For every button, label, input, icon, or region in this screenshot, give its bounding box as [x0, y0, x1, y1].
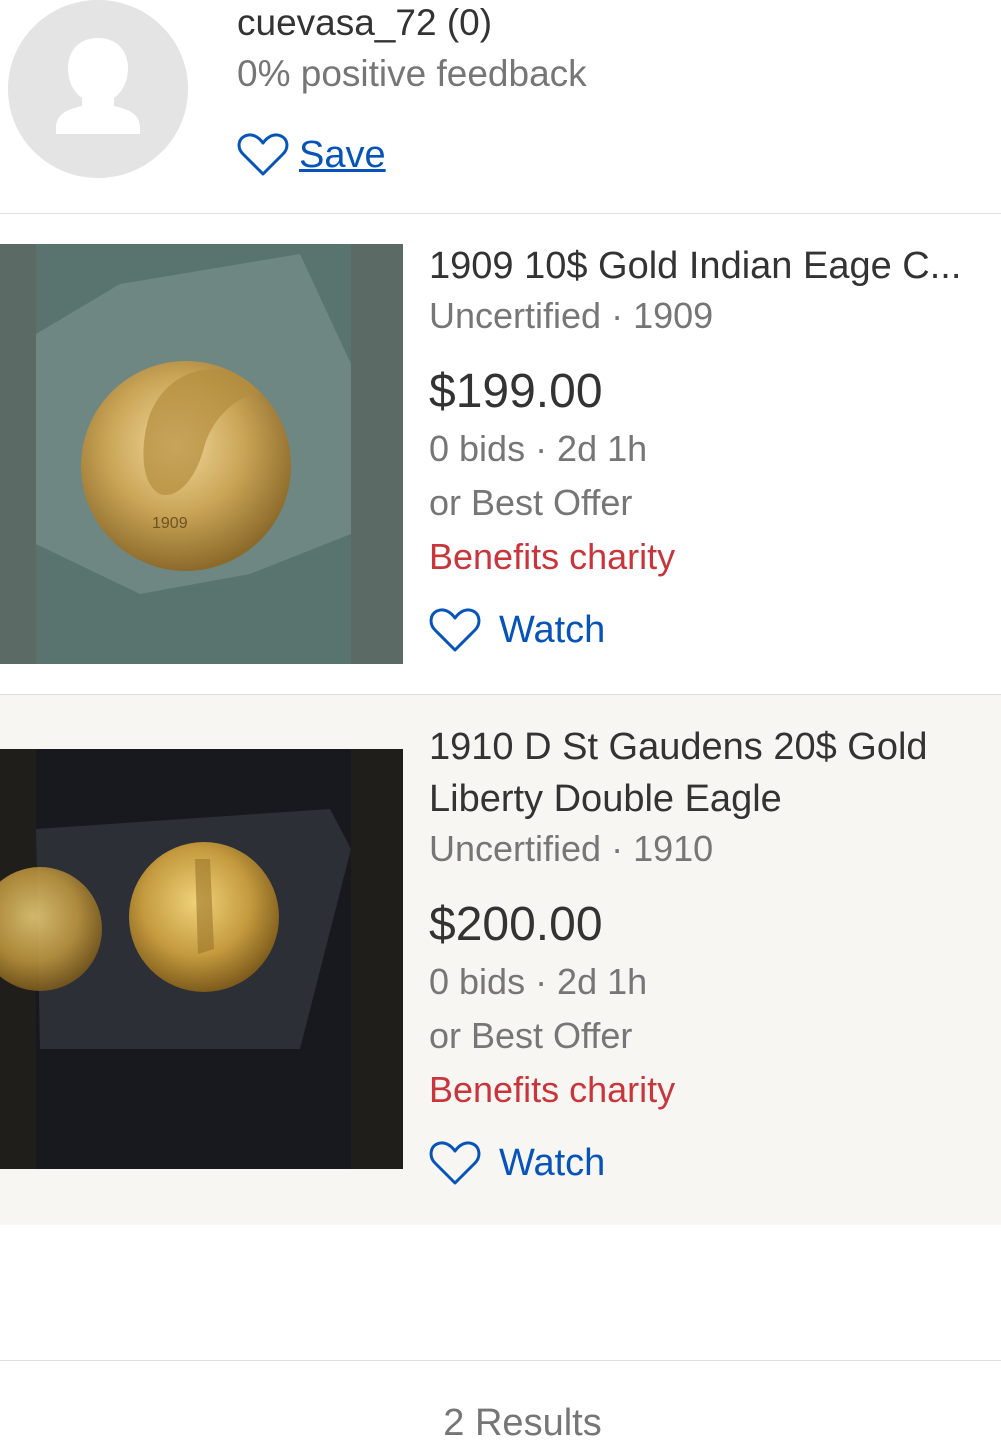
watch-button[interactable]: Watch: [429, 600, 1001, 660]
item-condition: Uncertified · 1909: [429, 295, 714, 336]
seller-feedback: 0% positive feedback: [237, 53, 587, 94]
item-best-offer: or Best Offer: [429, 1015, 633, 1056]
gold-indian-eagle-coin-photo: 1909: [0, 244, 403, 664]
listing-item[interactable]: 1909 1909 10$ Gold Indian Eage C... Unce…: [0, 214, 1001, 695]
item-price: $200.00: [429, 898, 603, 951]
heart-icon: [429, 608, 481, 652]
save-label: Save: [299, 133, 386, 176]
item-charity: Benefits charity: [429, 1069, 676, 1110]
item-price: $199.00: [429, 365, 603, 418]
user-silhouette-icon: [8, 0, 188, 178]
item-thumbnail[interactable]: 1909: [0, 244, 403, 664]
seller-avatar[interactable]: [8, 0, 188, 178]
item-condition: Uncertified · 1910: [429, 828, 714, 869]
listing-item[interactable]: 1910 D St Gaudens 20$ Gold Liberty Doubl…: [0, 695, 1001, 1225]
heart-icon: [429, 1141, 481, 1185]
item-bids: 0 bids · 2d 1h: [429, 961, 648, 1002]
watch-label: Watch: [499, 1141, 606, 1184]
item-title[interactable]: 1910 D St Gaudens 20$ Gold Liberty Doubl…: [429, 721, 1001, 825]
gold-double-eagle-coin-photo: [0, 749, 403, 1169]
watch-button[interactable]: Watch: [429, 1133, 1001, 1193]
save-seller-button[interactable]: Save: [237, 130, 386, 180]
item-best-offer: or Best Offer: [429, 482, 633, 523]
results-count: 2 Results: [443, 1402, 602, 1444]
item-bids: 0 bids · 2d 1h: [429, 428, 648, 469]
watch-label: Watch: [499, 608, 606, 651]
item-charity: Benefits charity: [429, 536, 676, 577]
heart-icon: [237, 133, 289, 176]
seller-name[interactable]: cuevasa_72 (0): [237, 2, 492, 44]
divider: [0, 1360, 1001, 1361]
seller-header: cuevasa_72 (0) 0% positive feedback Save: [0, 0, 1001, 214]
item-title[interactable]: 1909 10$ Gold Indian Eage C...: [429, 240, 1001, 292]
coin-year-label: 1909: [152, 515, 188, 532]
item-thumbnail[interactable]: [0, 749, 403, 1169]
